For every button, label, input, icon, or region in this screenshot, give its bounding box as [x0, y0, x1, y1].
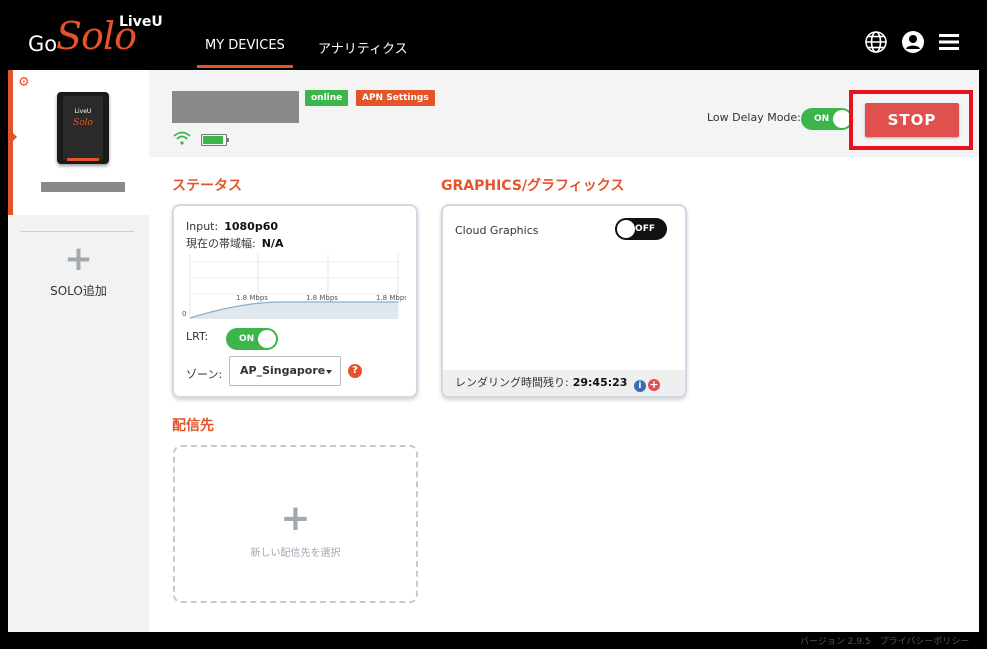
graphics-section-title: GRAPHICS/グラフィックス: [441, 178, 625, 194]
user-icon[interactable]: [901, 30, 925, 54]
stop-button[interactable]: STOP: [865, 103, 959, 137]
lrt-toggle-label: ON: [239, 334, 255, 344]
menu-icon[interactable]: [937, 30, 961, 54]
zone-select-value: AP_Singapore: [240, 364, 326, 377]
add-destination-button[interactable]: + 新しい配信先を選択: [173, 445, 418, 603]
chevron-down-icon: [326, 370, 332, 374]
gear-icon[interactable]: ⚙: [18, 76, 30, 89]
help-icon[interactable]: ?: [348, 364, 362, 378]
device-header: online APN Settings Low Delay Mode: ON S…: [149, 70, 979, 157]
logo-go-text: Go: [28, 32, 58, 56]
device-image: LiveU Solo: [57, 92, 109, 164]
chart-label-1: 1.8 Mbps: [236, 294, 268, 302]
logo-liveu-text: LiveU: [119, 14, 163, 30]
bandwidth-value: N/A: [261, 237, 284, 250]
chart-label-3: 1.8 Mbps: [376, 294, 406, 302]
battery-icon: [201, 134, 229, 146]
device-model-label: Solo: [73, 118, 93, 128]
zone-select[interactable]: AP_Singapore: [229, 356, 341, 386]
wifi-icon: [173, 131, 191, 145]
add-solo-button[interactable]: + SOLO追加: [8, 242, 149, 299]
device-title-redacted: [172, 91, 299, 123]
gosolo-logo[interactable]: Go Solo LiveU: [28, 12, 168, 62]
info-icon[interactable]: i: [633, 380, 646, 392]
cloud-graphics-label: Cloud Graphics: [455, 224, 539, 237]
top-navigation-bar: Go Solo LiveU MY DEVICES アナリティクス: [0, 0, 987, 70]
device-card[interactable]: ⚙ LiveU Solo: [8, 70, 149, 215]
device-name-redacted: [41, 182, 125, 192]
lrt-label: LRT:: [186, 330, 209, 343]
low-delay-toggle[interactable]: ON: [801, 108, 853, 130]
status-section-title: ステータス: [172, 178, 242, 194]
plus-icon: +: [64, 239, 93, 279]
selected-indicator: [8, 128, 17, 146]
tab-my-devices[interactable]: MY DEVICES: [197, 38, 293, 68]
device-sidebar: ⚙ LiveU Solo + SOLO追加: [8, 70, 149, 632]
stop-highlight-frame: STOP: [849, 90, 973, 150]
device-brand-label: LiveU: [74, 108, 92, 115]
graphics-card: Cloud Graphics OFF レンダリング時間残り: 29:45:23 i…: [441, 204, 687, 398]
bandwidth-chart: 1.8 Mbps 1.8 Mbps 1.8 Mbps 0: [182, 254, 406, 319]
apn-settings-button[interactable]: APN Settings: [356, 90, 435, 106]
chart-zero-label: 0: [182, 310, 186, 318]
tab-analytics[interactable]: アナリティクス: [318, 38, 408, 57]
add-solo-label: SOLO追加: [50, 284, 107, 298]
lrt-toggle[interactable]: ON: [226, 328, 278, 350]
footer-version: バージョン 2.9.5 プライバシーポリシー: [800, 637, 970, 647]
add-time-icon[interactable]: +: [647, 379, 660, 391]
bandwidth-label: 現在の帯域幅:: [186, 237, 256, 250]
status-badge: online: [305, 90, 349, 106]
globe-icon[interactable]: [864, 30, 888, 54]
input-row: Input: 1080p60: [186, 220, 278, 233]
main-panel: ⚙ LiveU Solo + SOLO追加 online APN Setting…: [8, 70, 979, 632]
chart-label-2: 1.8 Mbps: [306, 294, 338, 302]
input-value: 1080p60: [224, 220, 278, 233]
rendering-time-label: レンダリング時間残り:: [455, 376, 569, 389]
rendering-time-bar: レンダリング時間残り: 29:45:23 i +: [443, 370, 685, 396]
rendering-time-value: 29:45:23: [572, 376, 628, 389]
zone-label: ゾーン:: [186, 368, 223, 381]
destination-section-title: 配信先: [172, 418, 214, 434]
low-delay-toggle-label: ON: [814, 114, 830, 124]
input-label: Input:: [186, 220, 219, 233]
add-destination-label: 新しい配信先を選択: [250, 548, 341, 559]
status-card: Input: 1080p60 現在の帯域幅: N/A 1.8 Mbps 1.8 Mb…: [172, 204, 418, 398]
plus-icon: +: [280, 498, 311, 539]
bandwidth-row: 現在の帯域幅: N/A: [186, 235, 283, 251]
cloud-graphics-toggle[interactable]: OFF: [615, 218, 667, 240]
sidebar-divider: [20, 231, 134, 232]
low-delay-label: Low Delay Mode:: [707, 111, 801, 124]
cloud-graphics-toggle-label: OFF: [635, 224, 655, 234]
